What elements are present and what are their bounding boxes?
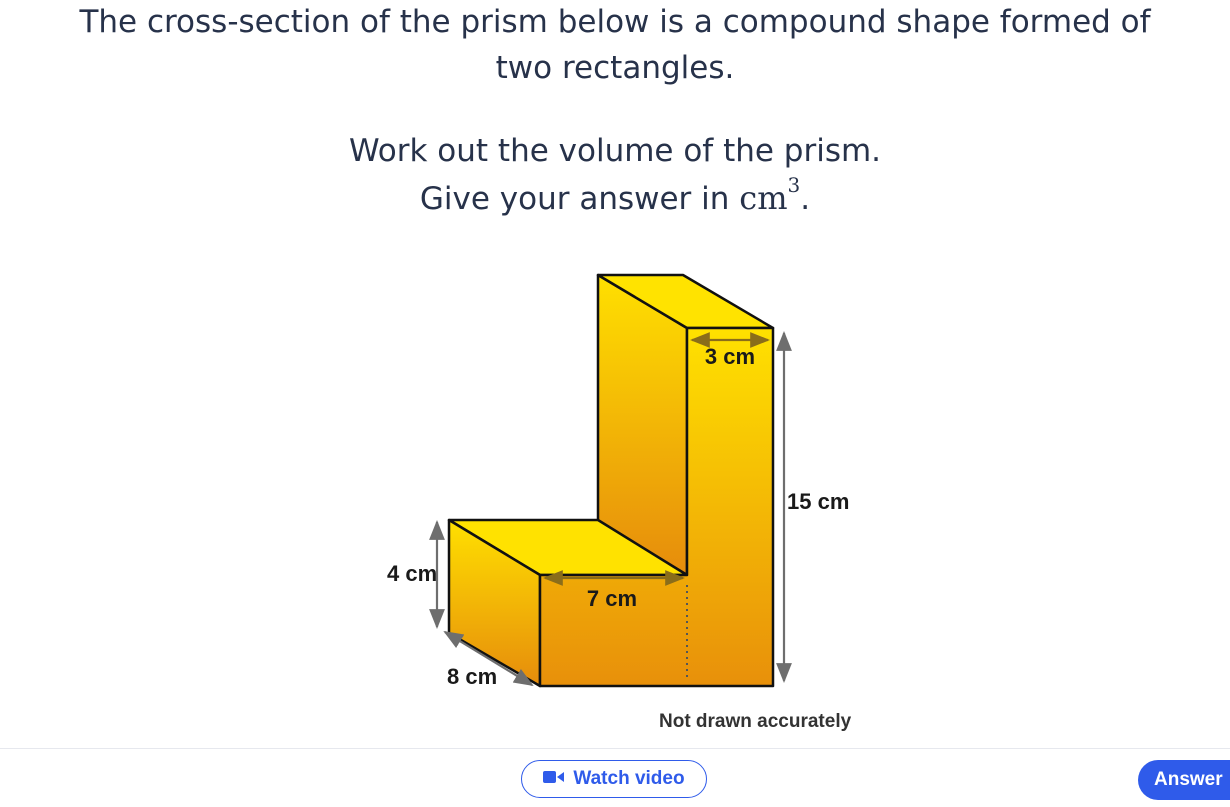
watch-video-label: Watch video [573, 768, 685, 789]
not-drawn-accurately-note: Not drawn accurately [659, 711, 852, 732]
label-7cm: 7 cm [587, 586, 637, 611]
prism-shape [447, 273, 775, 688]
label-4cm: 4 cm [387, 561, 437, 586]
prism-diagram: 3 cm 15 cm 4 cm 7 cm 8 cm Not drawn accu… [387, 273, 852, 732]
label-3cm: 3 cm [705, 344, 755, 369]
answer-button[interactable]: Answer [1138, 760, 1230, 800]
label-8cm: 8 cm [447, 664, 497, 689]
watch-video-button[interactable]: Watch video [521, 760, 707, 798]
label-15cm: 15 cm [787, 489, 849, 514]
divider [0, 748, 1230, 749]
video-camera-icon [543, 768, 565, 790]
